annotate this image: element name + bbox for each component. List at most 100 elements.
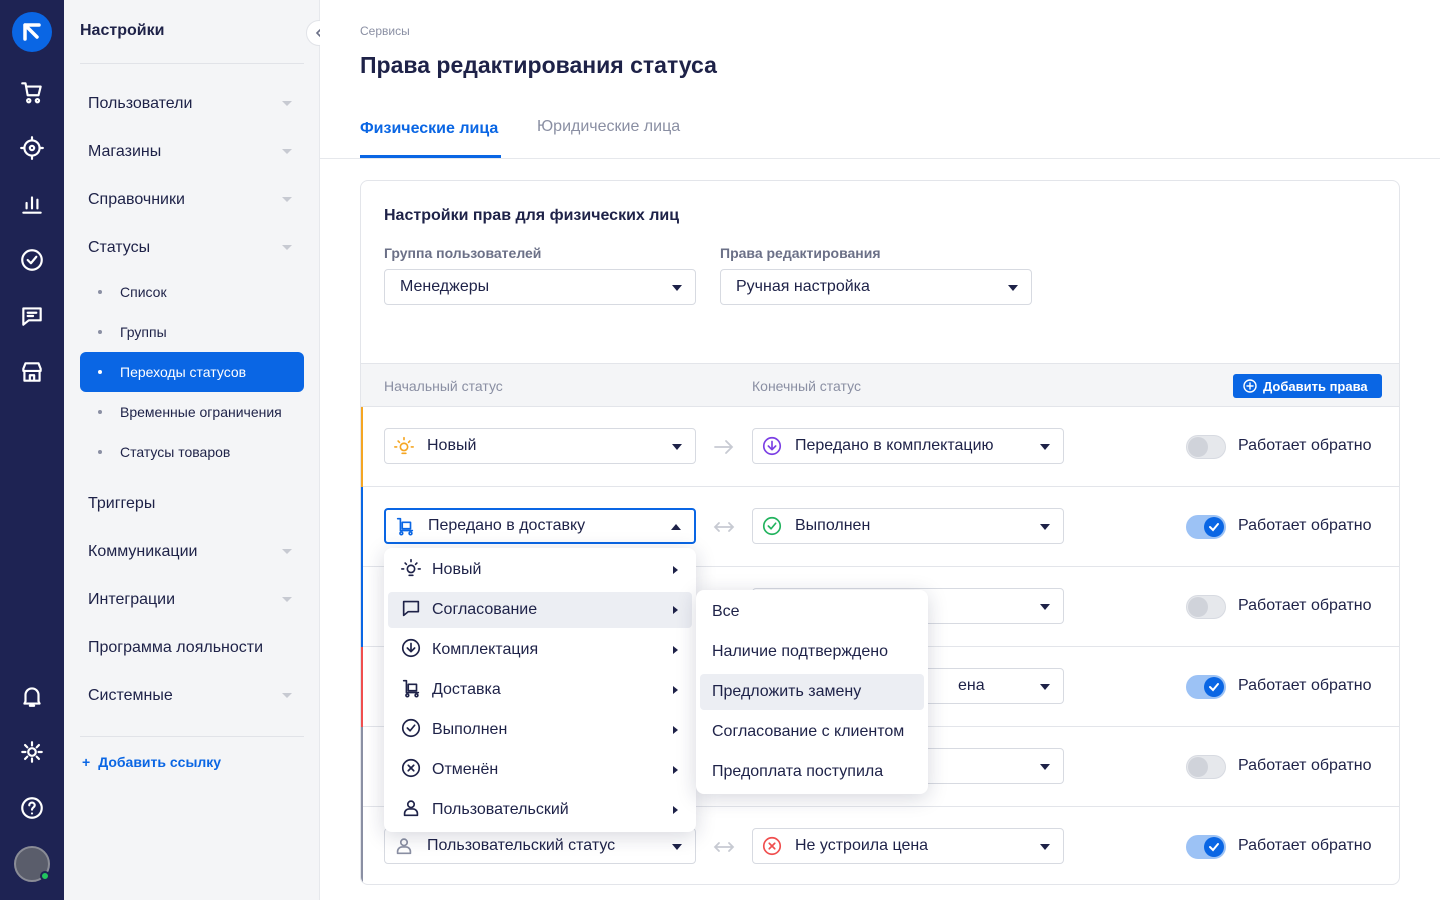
analytics-icon[interactable] bbox=[16, 188, 48, 220]
reverse-toggle[interactable] bbox=[1186, 835, 1226, 859]
reverse-toggle-label: Работает обратно bbox=[1238, 597, 1372, 614]
end-status-value: Передано в комплектацию bbox=[795, 437, 994, 454]
toggle-knob bbox=[1204, 677, 1224, 697]
target-icon[interactable] bbox=[16, 132, 48, 164]
rights-mode-value: Ручная настройка bbox=[736, 278, 870, 295]
toggle-knob bbox=[1188, 757, 1208, 777]
chevron-right-icon bbox=[673, 606, 678, 614]
user-group-value: Менеджеры bbox=[400, 278, 490, 295]
tasks-icon[interactable] bbox=[16, 244, 48, 276]
chevron-down-icon bbox=[282, 549, 292, 554]
dropdown-item-label: Отменён bbox=[432, 761, 499, 778]
avatar[interactable] bbox=[14, 846, 50, 882]
user-group-select[interactable]: Менеджеры bbox=[384, 269, 696, 305]
start-status-select[interactable]: Новый bbox=[384, 428, 696, 464]
tab-legal-entities[interactable]: Юридические лица bbox=[537, 118, 680, 136]
chats-icon[interactable] bbox=[16, 300, 48, 332]
breadcrumb[interactable]: Сервисы bbox=[360, 24, 410, 38]
help-icon[interactable] bbox=[16, 792, 48, 824]
dropdown-item-approval[interactable]: Согласование bbox=[388, 592, 692, 628]
sidebar-item-label: Статусы bbox=[88, 239, 151, 256]
row-accent bbox=[361, 727, 363, 807]
sidebar-item-integrations[interactable]: Интеграции bbox=[88, 591, 292, 609]
row-accent bbox=[361, 567, 363, 647]
reverse-toggle[interactable] bbox=[1186, 435, 1226, 459]
submenu-item-offer-replacement[interactable]: Предложить замену bbox=[700, 674, 924, 710]
dropdown-item-label: Выполнен bbox=[432, 721, 508, 738]
bullet bbox=[98, 410, 102, 414]
check-circle-icon bbox=[400, 717, 422, 744]
sidebar-subitem-groups[interactable]: Группы bbox=[80, 312, 304, 352]
row-accent bbox=[361, 487, 363, 567]
sidebar-item-system[interactable]: Системные bbox=[88, 687, 292, 705]
sidebar-item-label: Программа лояльности bbox=[88, 639, 264, 656]
table-header: Начальный статус Конечный статус Добавит… bbox=[361, 363, 1399, 407]
caret-up-icon bbox=[671, 524, 681, 530]
caret-down-icon bbox=[672, 844, 682, 850]
dropdown-item-custom[interactable]: Пользовательский bbox=[388, 792, 692, 828]
sidebar-item-label: Пользователи bbox=[88, 95, 193, 112]
reverse-toggle[interactable] bbox=[1186, 595, 1226, 619]
dropdown-item-delivery[interactable]: Доставка bbox=[388, 672, 692, 708]
chevron-down-icon bbox=[282, 101, 292, 106]
sidebar-item-communications[interactable]: Коммуникации bbox=[88, 543, 292, 561]
row-accent bbox=[361, 407, 363, 487]
logo-icon bbox=[23, 23, 41, 41]
caret-down-icon bbox=[1040, 764, 1050, 770]
chevron-right-icon bbox=[673, 686, 678, 694]
bullet bbox=[98, 370, 102, 374]
submenu-item-prepayment-received[interactable]: Предоплата поступила bbox=[700, 754, 924, 790]
start-status-select[interactable]: Пользовательский статус bbox=[384, 828, 696, 864]
dropdown-item-assembly[interactable]: Комплектация bbox=[388, 632, 692, 668]
submenu-item-availability-confirmed[interactable]: Наличие подтверждено bbox=[700, 634, 924, 670]
dropdown-item-cancelled[interactable]: Отменён bbox=[388, 752, 692, 788]
tab-individuals[interactable]: Физические лица bbox=[360, 120, 498, 138]
end-status-select[interactable]: Не устроила цена bbox=[752, 828, 1064, 864]
reverse-toggle-label: Работает обратно bbox=[1238, 517, 1372, 534]
rights-label: Права редактирования bbox=[720, 245, 881, 261]
sidebar-subitem-time-limits[interactable]: Временные ограничения bbox=[80, 392, 304, 432]
sidebar-item-statuses[interactable]: Статусы bbox=[88, 239, 292, 257]
gear-icon[interactable] bbox=[16, 736, 48, 768]
add-link-button[interactable]: + Добавить ссылку bbox=[82, 754, 221, 770]
dropdown-item-completed[interactable]: Выполнен bbox=[388, 712, 692, 748]
start-status-select[interactable]: Передано в доставку bbox=[384, 508, 696, 544]
submenu-item-all[interactable]: Все bbox=[700, 594, 924, 630]
sidebar-item-stores[interactable]: Магазины bbox=[88, 143, 292, 161]
sidebar-subitem-product-statuses[interactable]: Статусы товаров bbox=[80, 432, 304, 472]
sidebar-subitem-status-transitions[interactable]: Переходы статусов bbox=[80, 352, 304, 392]
sidebar-item-users[interactable]: Пользователи bbox=[88, 95, 292, 113]
table-row: Новый Передано в комплектацию Работает о… bbox=[361, 407, 1399, 487]
app-rail bbox=[0, 0, 64, 900]
chevron-right-icon bbox=[673, 726, 678, 734]
sidebar-item-triggers[interactable]: Триггеры bbox=[88, 495, 292, 513]
store-icon[interactable] bbox=[16, 356, 48, 388]
reverse-toggle[interactable] bbox=[1186, 755, 1226, 779]
end-status-select[interactable]: Передано в комплектацию bbox=[752, 428, 1064, 464]
row-accent bbox=[361, 807, 363, 884]
card-title: Настройки прав для физических лиц bbox=[384, 207, 680, 224]
cart-icon[interactable] bbox=[16, 76, 48, 108]
submenu-item-client-approval[interactable]: Согласование с клиентом bbox=[700, 714, 924, 750]
rights-mode-select[interactable]: Ручная настройка bbox=[720, 269, 1032, 305]
sidebar-item-references[interactable]: Справочники bbox=[88, 191, 292, 209]
end-status-select[interactable]: Выполнен bbox=[752, 508, 1064, 544]
reverse-toggle[interactable] bbox=[1186, 675, 1226, 699]
end-status-value: Выполнен bbox=[795, 517, 871, 534]
reverse-toggle[interactable] bbox=[1186, 515, 1226, 539]
dropdown-item-new[interactable]: Новый bbox=[388, 552, 692, 588]
sidebar-item-loyalty[interactable]: Программа лояльности bbox=[88, 639, 292, 657]
sidebar-item-label: Коммуникации bbox=[88, 543, 198, 560]
bell-icon[interactable] bbox=[16, 680, 48, 712]
status-submenu: Все Наличие подтверждено Предложить заме… bbox=[696, 590, 928, 794]
sidebar-title: Настройки bbox=[80, 22, 165, 39]
divider bbox=[80, 63, 304, 64]
column-start-status: Начальный статус bbox=[384, 378, 503, 394]
download-circle-icon bbox=[761, 435, 783, 457]
sidebar-item-label: Триггеры bbox=[88, 495, 156, 512]
sidebar-subitem-label: Список bbox=[120, 284, 167, 300]
sidebar-subitem-list[interactable]: Список bbox=[80, 272, 304, 312]
bulb-icon bbox=[393, 435, 415, 457]
add-rights-button[interactable]: Добавить права bbox=[1233, 374, 1382, 398]
app-logo[interactable] bbox=[12, 12, 52, 52]
